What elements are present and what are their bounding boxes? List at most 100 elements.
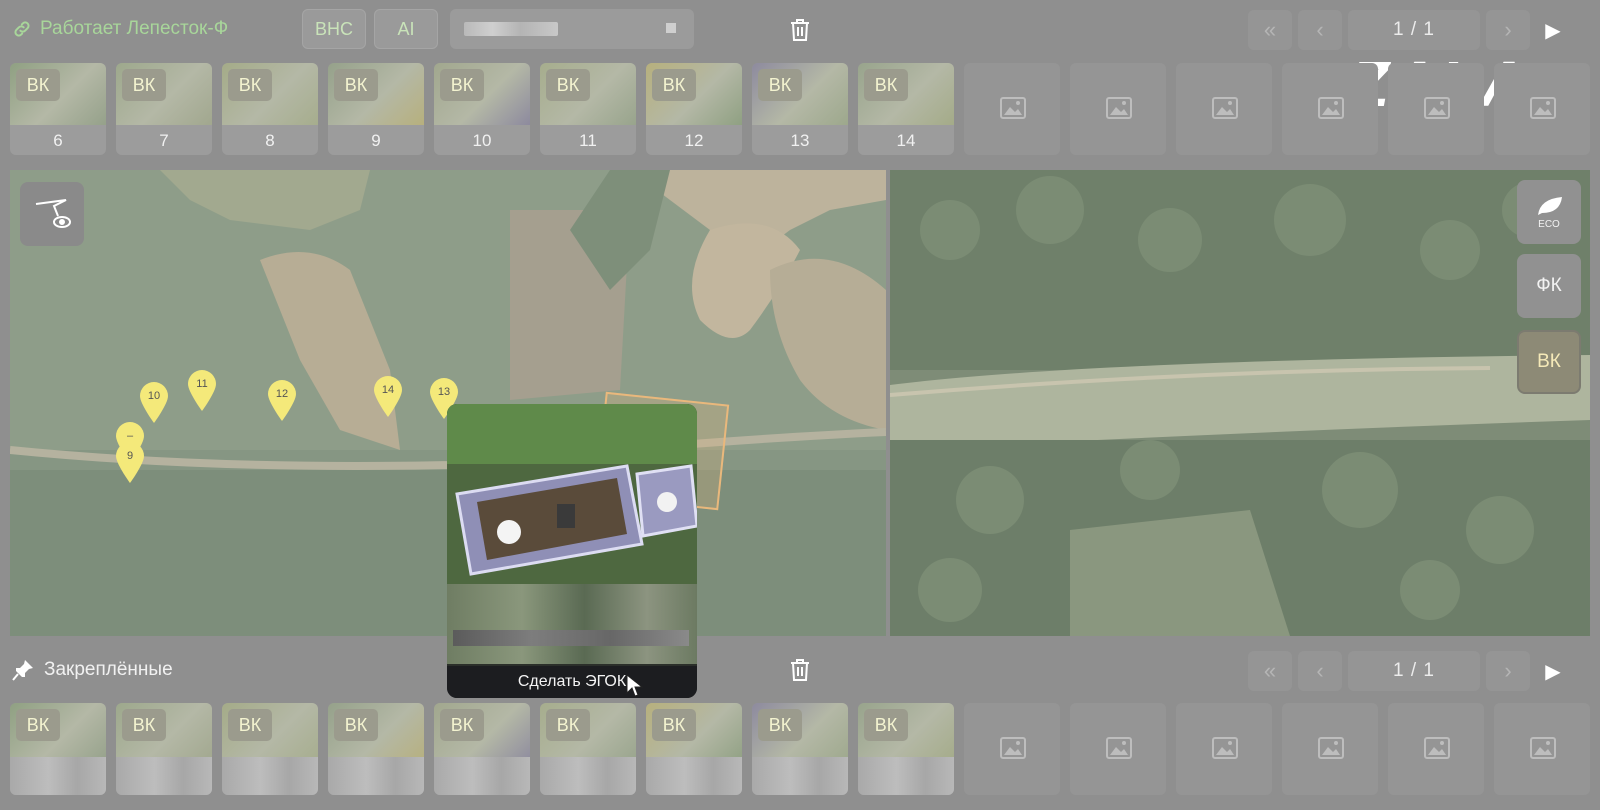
- map-marker[interactable]: 9: [114, 442, 146, 484]
- vk-badge: ВК: [16, 709, 60, 741]
- redacted-label: [646, 757, 742, 795]
- vk-badge: ВК: [758, 709, 802, 741]
- vk-badge: ВК: [228, 69, 272, 101]
- redacted-label: [540, 757, 636, 795]
- image-placeholder-icon: [1212, 737, 1238, 759]
- trash-icon: [791, 659, 809, 681]
- video-view[interactable]: [890, 170, 1590, 636]
- thumbnail[interactable]: ВК: [116, 703, 212, 795]
- map-marker-label: 11: [196, 378, 208, 390]
- image-placeholder-icon: [1318, 737, 1344, 759]
- vk-badge: ВК: [546, 709, 590, 741]
- vk-button[interactable]: ВК: [1517, 330, 1581, 394]
- search-input[interactable]: [450, 9, 694, 49]
- redacted-text: [464, 22, 558, 36]
- thumbnail[interactable]: ВК 9: [328, 63, 424, 155]
- image-placeholder-icon: [1212, 97, 1238, 119]
- thumbnail[interactable]: ВК: [10, 703, 106, 795]
- image-placeholder-icon: [1424, 737, 1450, 759]
- link-icon: [14, 21, 30, 37]
- pinned-header: Закреплённые: [12, 659, 173, 681]
- play-button[interactable]: ▶: [1536, 651, 1570, 691]
- thumbnail-number: 7: [159, 131, 169, 150]
- empty-thumbnail-slot: [1176, 703, 1272, 795]
- play-button[interactable]: ▶: [1536, 10, 1570, 50]
- image-placeholder-icon: [1530, 97, 1556, 119]
- map-marker[interactable]: 10: [138, 382, 170, 424]
- redacted-label: [858, 757, 954, 795]
- make-egok-button[interactable]: Сделать ЭГОК: [447, 666, 697, 698]
- vk-badge: ВК: [440, 69, 484, 101]
- eco-mode-button[interactable]: ECO: [1517, 180, 1581, 244]
- drone-visibility-button[interactable]: [20, 182, 84, 246]
- thumbnail[interactable]: ВК 10: [434, 63, 530, 155]
- thumbnail[interactable]: ВК: [328, 703, 424, 795]
- thumbnail[interactable]: ВК 14: [858, 63, 954, 155]
- map-marker-label: 13: [437, 386, 451, 398]
- map-marker-label: –: [126, 430, 134, 442]
- fk-button[interactable]: ФК: [1517, 254, 1581, 318]
- trash-icon: [791, 19, 809, 41]
- map-marker[interactable]: 12: [266, 380, 298, 422]
- redacted-label: [10, 757, 106, 795]
- delete-pinned-button[interactable]: [784, 654, 816, 686]
- thumbnail-number: 6: [53, 131, 63, 150]
- thumbnail[interactable]: ВК 13: [752, 63, 848, 155]
- empty-thumbnail-slot: [1388, 703, 1484, 795]
- redacted-label: [434, 757, 530, 795]
- thumbnail[interactable]: ВК 12: [646, 63, 742, 155]
- redacted-label: [328, 757, 424, 795]
- frame-preview-image: [447, 404, 697, 584]
- redacted-label: [116, 757, 212, 795]
- thumbnail-number: 9: [371, 131, 381, 150]
- ai-button[interactable]: AI: [374, 9, 438, 49]
- map-marker-label: 10: [147, 390, 161, 402]
- empty-thumbnail-slot: [964, 63, 1060, 155]
- pin-icon: [12, 660, 33, 681]
- image-placeholder-icon: [1000, 97, 1026, 119]
- thumbnail[interactable]: ВК 6: [10, 63, 106, 155]
- frame-preview-popup: Сделать ЭГОК: [447, 404, 697, 698]
- thumbnail[interactable]: ВК: [752, 703, 848, 795]
- next-page-button[interactable]: ›: [1486, 10, 1530, 50]
- first-page-button[interactable]: «: [1248, 651, 1292, 691]
- thumbnail[interactable]: ВК: [540, 703, 636, 795]
- connection-status-text: Работает Лепесток-Ф: [40, 18, 229, 39]
- thumbnail[interactable]: ВК: [858, 703, 954, 795]
- leaf-icon: [1538, 196, 1562, 215]
- delete-button[interactable]: [784, 14, 816, 46]
- first-page-button[interactable]: «: [1248, 10, 1292, 50]
- video-frame: [890, 170, 1590, 636]
- thumbnail-number: 13: [790, 131, 810, 150]
- vk-badge: ВК: [228, 709, 272, 741]
- vk-badge: ВК: [334, 709, 378, 741]
- thumbnail[interactable]: ВК 8: [222, 63, 318, 155]
- thumbnail[interactable]: ВК: [222, 703, 318, 795]
- map-marker-label: 9: [126, 450, 134, 462]
- map-marker[interactable]: 14: [372, 376, 404, 418]
- thumbnail[interactable]: ВК 7: [116, 63, 212, 155]
- empty-thumbnail-slot: [1388, 63, 1484, 155]
- map-marker[interactable]: 11: [186, 370, 218, 412]
- next-page-button[interactable]: ›: [1486, 651, 1530, 691]
- page-counter: 1 / 1: [1348, 651, 1480, 691]
- thumbnail[interactable]: ВК 11: [540, 63, 636, 155]
- vk-badge: ВК: [334, 69, 378, 101]
- thumbnail[interactable]: ВК: [646, 703, 742, 795]
- prev-page-button[interactable]: ‹: [1298, 651, 1342, 691]
- thumbnail[interactable]: ВК: [434, 703, 530, 795]
- prev-page-button[interactable]: ‹: [1298, 10, 1342, 50]
- thumbnail-number: 10: [472, 131, 492, 150]
- thumbnail-number: 11: [579, 131, 597, 150]
- eco-label: ECO: [1538, 218, 1560, 230]
- redacted-metadata: [447, 584, 697, 664]
- vk-badge: ВК: [122, 69, 166, 101]
- image-placeholder-icon: [1106, 737, 1132, 759]
- empty-thumbnail-slot: [1282, 63, 1378, 155]
- empty-thumbnail-slot: [1176, 63, 1272, 155]
- thumbnail-number: 8: [265, 131, 275, 150]
- bnc-button[interactable]: ВНС: [302, 9, 366, 49]
- image-placeholder-icon: [1106, 97, 1132, 119]
- empty-thumbnail-slot: [964, 703, 1060, 795]
- vk-badge: ВК: [652, 709, 696, 741]
